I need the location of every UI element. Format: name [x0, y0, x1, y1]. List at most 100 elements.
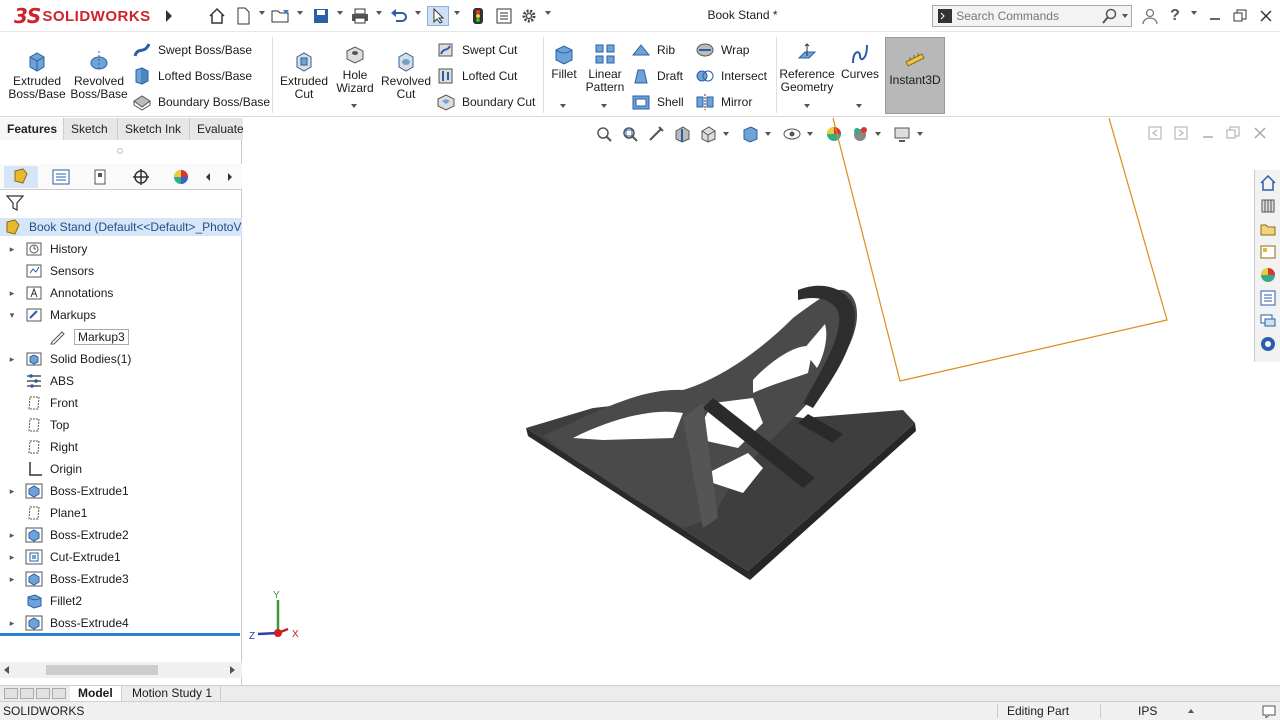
- filter-icon[interactable]: [5, 194, 25, 215]
- tab-sketch-ink[interactable]: Sketch Ink: [118, 118, 190, 140]
- chevron-down-icon[interactable]: [1191, 11, 1197, 15]
- tree-item-abs[interactable]: ABS: [0, 371, 242, 391]
- chevron-down-icon[interactable]: [259, 11, 265, 15]
- tree-item-top[interactable]: Top: [0, 415, 242, 435]
- mirror-button[interactable]: Mirror: [695, 92, 752, 112]
- chevron-up-icon[interactable]: [1188, 709, 1194, 713]
- tree-item-markup3[interactable]: Markup3: [0, 327, 242, 347]
- revolved-cut-button[interactable]: Revolved Cut: [378, 49, 434, 101]
- scroll-left-icon[interactable]: [4, 666, 9, 674]
- design-library-icon[interactable]: [1257, 196, 1279, 216]
- status-units[interactable]: IPS: [1138, 704, 1157, 718]
- tree-item-plane1[interactable]: Plane1: [0, 503, 242, 523]
- tab-features[interactable]: Features: [0, 118, 64, 140]
- lofted-cut-button[interactable]: Lofted Cut: [436, 66, 517, 86]
- help-icon[interactable]: ?: [1164, 6, 1186, 26]
- display-manager-tab[interactable]: [164, 166, 198, 188]
- dimxpert-manager-tab[interactable]: [124, 166, 158, 188]
- appearances-scenes-icon[interactable]: [1257, 265, 1279, 285]
- tree-item-cut-extrude1[interactable]: ▸ Cut-Extrude1: [0, 547, 242, 567]
- rebuild-icon[interactable]: [467, 6, 489, 26]
- tree-item-origin[interactable]: Origin: [0, 459, 242, 479]
- 3dexperience-icon[interactable]: [1257, 334, 1279, 354]
- tree-item-boss-extrude1[interactable]: ▸ Boss-Extrude1: [0, 481, 242, 501]
- restore-icon[interactable]: [1229, 6, 1251, 26]
- expand-toggle-icon[interactable]: ▸: [0, 486, 24, 497]
- graphics-area[interactable]: Y Z X: [243, 118, 1280, 685]
- minimize-icon[interactable]: [1204, 6, 1226, 26]
- tab-motion-study-1[interactable]: Motion Study 1: [124, 686, 222, 702]
- instant3d-button[interactable]: Instant3D: [885, 37, 945, 114]
- tree-item-history[interactable]: ▸ History: [0, 239, 242, 259]
- extruded-cut-button[interactable]: Extruded Cut: [276, 49, 332, 101]
- chevron-down-icon[interactable]: [337, 11, 343, 15]
- tree-item-fillet2[interactable]: Fillet2: [0, 591, 242, 611]
- file-properties-icon[interactable]: [493, 6, 515, 26]
- curves-button[interactable]: Curves: [840, 42, 880, 81]
- linear-pattern-button[interactable]: Linear Pattern: [584, 42, 626, 94]
- rollback-bar[interactable]: [0, 633, 240, 636]
- expand-toggle-icon[interactable]: ▸: [0, 530, 24, 541]
- close-icon[interactable]: [1255, 6, 1277, 26]
- swept-cut-button[interactable]: Swept Cut: [436, 40, 517, 60]
- tree-item-boss-extrude3[interactable]: ▸ Boss-Extrude3: [0, 569, 242, 589]
- rib-button[interactable]: Rib: [631, 40, 675, 60]
- last-tab-icon[interactable]: [52, 688, 66, 699]
- custom-properties-icon[interactable]: [1257, 288, 1279, 308]
- expand-toggle-icon[interactable]: ▸: [0, 288, 24, 299]
- tab-sketch[interactable]: Sketch: [64, 118, 118, 140]
- intersect-button[interactable]: Intersect: [695, 66, 767, 86]
- lofted-boss-base-button[interactable]: Lofted Boss/Base: [132, 66, 252, 86]
- expand-toggle-icon[interactable]: ▾: [0, 310, 24, 321]
- tree-item-boss-extrude2[interactable]: ▸ Boss-Extrude2: [0, 525, 242, 545]
- chevron-down-icon[interactable]: [297, 11, 303, 15]
- scroll-right-icon[interactable]: [230, 666, 235, 674]
- boundary-cut-button[interactable]: Boundary Cut: [436, 92, 535, 112]
- tree-root-part[interactable]: Book Stand (Default<<Default>_PhotoV: [0, 218, 242, 236]
- next-tab-icon[interactable]: [36, 688, 50, 699]
- expand-toggle-icon[interactable]: ▸: [0, 354, 24, 365]
- first-tab-icon[interactable]: [4, 688, 18, 699]
- chevron-down-icon[interactable]: [560, 104, 566, 108]
- search-input[interactable]: [956, 9, 1097, 23]
- shell-button[interactable]: Shell: [631, 92, 684, 112]
- user-icon[interactable]: [1139, 6, 1161, 26]
- expand-toggle-icon[interactable]: ▸: [0, 618, 24, 629]
- tree-item-front[interactable]: Front: [0, 393, 242, 413]
- status-message-icon[interactable]: [1262, 704, 1276, 721]
- chevron-down-icon[interactable]: [351, 104, 357, 108]
- open-folder-icon[interactable]: [270, 6, 292, 26]
- chevron-down-icon[interactable]: [856, 104, 862, 108]
- expand-toggle-icon[interactable]: ▸: [0, 552, 24, 563]
- view-palette-icon[interactable]: [1257, 242, 1279, 262]
- revolved-boss-base-button[interactable]: Revolved Boss/Base: [70, 49, 128, 101]
- draft-button[interactable]: Draft: [631, 66, 683, 86]
- file-explorer-icon[interactable]: [1257, 219, 1279, 239]
- search-icon[interactable]: [1102, 8, 1117, 24]
- tree-item-sensors[interactable]: Sensors: [0, 261, 242, 281]
- expand-toggle-icon[interactable]: ▸: [0, 574, 24, 585]
- chevron-down-icon[interactable]: [376, 11, 382, 15]
- options-gear-icon[interactable]: [518, 6, 540, 26]
- chevron-down-icon[interactable]: [1122, 14, 1129, 18]
- chevron-down-icon[interactable]: [601, 104, 607, 108]
- tree-item-annotations[interactable]: ▸ Annotations: [0, 283, 242, 303]
- book-stand-model[interactable]: [526, 285, 916, 580]
- tab-scroll-right-icon[interactable]: [220, 166, 240, 188]
- scrollbar-thumb[interactable]: [46, 665, 158, 675]
- print-icon[interactable]: [349, 6, 371, 26]
- hole-wizard-button[interactable]: Hole Wizard: [334, 43, 376, 95]
- model-canvas[interactable]: Y Z X: [243, 118, 1280, 685]
- tree-item-solid-bodies-1[interactable]: ▸ Solid Bodies(1): [0, 349, 242, 369]
- save-icon[interactable]: [310, 6, 332, 26]
- select-arrow-icon[interactable]: [427, 6, 449, 26]
- previous-tab-icon[interactable]: [20, 688, 34, 699]
- configuration-manager-tab[interactable]: [84, 166, 118, 188]
- tab-scroll-left-icon[interactable]: [198, 166, 218, 188]
- solidworks-forum-icon[interactable]: [1257, 311, 1279, 331]
- reference-geometry-button[interactable]: Reference Geometry: [779, 42, 835, 94]
- chevron-down-icon[interactable]: [454, 11, 460, 15]
- sketch-plane-outline[interactable]: [832, 118, 1168, 382]
- property-manager-tab[interactable]: [44, 166, 78, 188]
- solidworks-logo[interactable]: 3S SOLIDWORKS: [14, 2, 151, 30]
